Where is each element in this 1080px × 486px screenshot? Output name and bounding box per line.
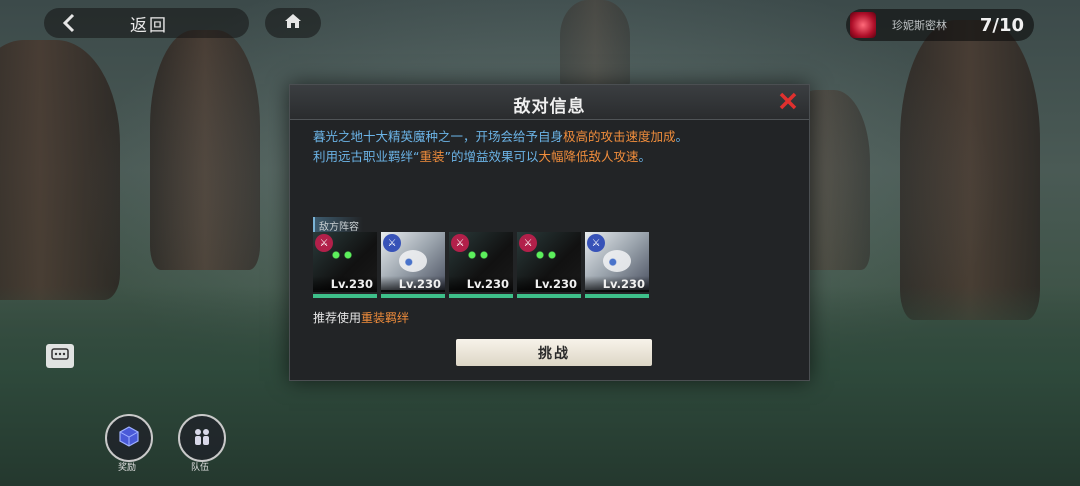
faction-icon: ⚔ (451, 234, 469, 252)
dialog-header: 敌对信息 (290, 85, 809, 120)
home-button[interactable] (265, 8, 321, 38)
faction-icon: ⚔ (587, 234, 605, 252)
close-button[interactable] (777, 92, 799, 114)
desc-text: 利用远古职业羁绊“ (313, 149, 420, 164)
stage-progress: 珍妮斯密林 7/10 (846, 9, 1034, 41)
enemy-lineup: ⚔ Lv.230 ⚔ Lv.230 ⚔ Lv.230 ⚔ Lv.230 ⚔ Lv… (313, 232, 649, 298)
enemy-level: Lv.230 (330, 277, 373, 291)
desc-highlight: 极高的攻击速度加成 (563, 129, 676, 144)
back-label: 返回 (130, 15, 168, 36)
desc-line-2: 利用远古职业羁绊“重装”的增益效果可以大幅降低敌人攻速。 (313, 147, 789, 167)
faction-icon: ⚔ (383, 234, 401, 252)
dialog-title: 敌对信息 (513, 97, 586, 117)
team-button[interactable] (178, 414, 226, 462)
enemy-info-dialog: 敌对信息 暮光之地十大精英魔种之一，开场会给予自身极高的攻击速度加成。 利用远古… (289, 84, 810, 381)
reward-cube-icon (118, 425, 140, 451)
enemy-hp-bar (517, 294, 581, 298)
enemy-level: Lv.230 (602, 277, 645, 291)
desc-text: 。 (675, 129, 689, 144)
chat-button[interactable] (46, 344, 74, 368)
stage-crystal-icon (850, 12, 876, 38)
faction-icon: ⚔ (519, 234, 537, 252)
back-button[interactable]: 返回 (44, 8, 249, 38)
recommend-highlight: 重装羁绊 (361, 311, 410, 325)
enemy-hp-bar (449, 294, 513, 298)
enemy-hp-bar (381, 294, 445, 298)
enemy-card[interactable]: ⚔ Lv.230 (381, 232, 445, 298)
desc-line-1: 暮光之地十大精英魔种之一，开场会给予自身极高的攻击速度加成。 (313, 127, 789, 147)
challenge-button[interactable]: 挑战 (456, 339, 652, 366)
team-icon (191, 425, 213, 451)
recommend-prefix: 推荐使用 (313, 311, 362, 325)
enemy-level: Lv.230 (466, 277, 509, 291)
enemy-hp-bar (313, 294, 377, 298)
desc-highlight: 重装 (419, 149, 445, 164)
stage-name: 珍妮斯密林 (892, 19, 947, 32)
recommendation: 推荐使用重装羁绊 (313, 309, 409, 326)
faction-icon: ⚔ (315, 234, 333, 252)
enemy-card[interactable]: ⚔ Lv.230 (585, 232, 649, 298)
chat-icon (51, 347, 69, 365)
reward-label: 奖励 (117, 463, 136, 473)
reward-button[interactable] (105, 414, 153, 462)
enemy-card[interactable]: ⚔ Lv.230 (517, 232, 581, 298)
desc-text: 暮光之地十大精英魔种之一，开场会给予自身 (313, 129, 564, 144)
enemy-card[interactable]: ⚔ Lv.230 (449, 232, 513, 298)
close-icon (779, 88, 797, 116)
stage-count: 7/10 (979, 14, 1024, 36)
home-icon (284, 13, 302, 33)
team-label: 队伍 (190, 463, 209, 473)
enemy-level: Lv.230 (534, 277, 577, 291)
enemy-level: Lv.230 (398, 277, 441, 291)
desc-text: ”的增益效果可以 (444, 149, 539, 164)
enemy-hp-bar (585, 294, 649, 298)
desc-highlight: 大幅降低敌人攻速 (538, 149, 639, 164)
enemy-card[interactable]: ⚔ Lv.230 (313, 232, 377, 298)
desc-text: 。 (638, 149, 652, 164)
chevron-left-icon (62, 13, 82, 33)
enemy-description: 暮光之地十大精英魔种之一，开场会给予自身极高的攻击速度加成。 利用远古职业羁绊“… (313, 127, 789, 167)
